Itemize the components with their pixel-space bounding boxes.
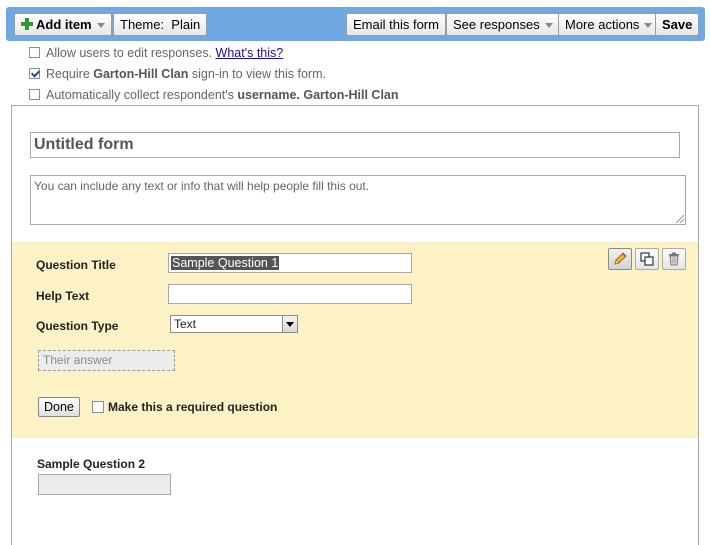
help-text-label: Help Text [36, 289, 90, 303]
whats-this-link[interactable]: What's this? [216, 46, 284, 60]
question-type-value: Text [174, 317, 197, 331]
email-form-button[interactable]: Email this form [346, 13, 446, 36]
collect-username-checkbox[interactable] [29, 89, 40, 100]
edit-question-button[interactable] [608, 248, 632, 270]
trash-icon [669, 252, 679, 266]
form-description-text: You can include any text or info that wi… [34, 179, 370, 193]
plus-icon [21, 18, 33, 30]
question-title-label: Question Title [36, 258, 116, 272]
save-button[interactable]: Save [655, 13, 700, 36]
more-actions-label: More actions [565, 17, 640, 32]
require-signin-checkbox[interactable] [29, 68, 40, 79]
theme-label: Theme: Plain [120, 17, 201, 32]
allow-edit-checkbox[interactable] [29, 47, 40, 58]
see-responses-button[interactable]: See responses [446, 13, 560, 36]
save-label: Save [662, 17, 693, 32]
required-checkbox[interactable] [92, 401, 104, 413]
theme-button[interactable]: Theme: Plain [113, 13, 208, 36]
pencil-icon [614, 252, 627, 265]
org-name: Garton-Hill Clan [93, 67, 189, 81]
dropdown-arrow-icon[interactable] [282, 316, 297, 332]
email-form-label: Email this form [353, 17, 439, 32]
question-title-value: Sample Question 1 [171, 256, 280, 270]
allow-edit-label: Allow users to edit responses. [46, 46, 213, 60]
duplicate-icon [640, 252, 654, 266]
more-actions-button[interactable]: More actions [558, 13, 660, 36]
question-type-select[interactable]: Text [170, 315, 298, 333]
require-signin-suffix: sign-in to view this form. [188, 67, 326, 81]
delete-question-button[interactable] [662, 248, 686, 270]
form-toolbar: Add item Theme: Plain Email this form Se… [6, 7, 705, 41]
allow-edit-option: Allow users to edit responses. What's th… [29, 45, 283, 61]
question-editor: Question Title Sample Question 1 Help Te… [12, 242, 698, 438]
collect-username-option: Automatically collect respondent's usern… [29, 87, 399, 103]
require-signin-option: Require Garton-Hill Clan sign-in to view… [29, 66, 326, 82]
chevron-down-icon [96, 23, 105, 29]
collect-username-bold: username. Garton-Hill Clan [237, 88, 399, 102]
duplicate-question-button[interactable] [635, 248, 659, 270]
resize-grip-icon[interactable] [676, 215, 684, 223]
question-type-label: Question Type [36, 319, 119, 333]
question-title-input[interactable]: Sample Question 1 [168, 253, 412, 273]
require-signin-prefix: Require [46, 67, 94, 81]
answer-preview-field: Their answer [38, 350, 175, 371]
add-item-button[interactable]: Add item [14, 13, 112, 36]
form-description-input[interactable]: You can include any text or info that wi… [30, 175, 686, 225]
form-card: Untitled form You can include any text o… [11, 105, 699, 545]
done-button[interactable]: Done [38, 397, 80, 417]
chevron-down-icon [644, 23, 653, 29]
collect-username-prefix: Automatically collect respondent's [46, 88, 238, 102]
required-option: Make this a required question [92, 400, 277, 414]
form-title-input[interactable]: Untitled form [30, 132, 680, 158]
question-2-answer-field [38, 474, 171, 495]
question-2-title: Sample Question 2 [37, 457, 146, 471]
required-label: Make this a required question [108, 400, 278, 414]
chevron-down-icon [544, 23, 553, 29]
see-responses-label: See responses [453, 17, 540, 32]
add-item-label: Add item [36, 17, 92, 32]
help-text-input[interactable] [168, 284, 412, 304]
